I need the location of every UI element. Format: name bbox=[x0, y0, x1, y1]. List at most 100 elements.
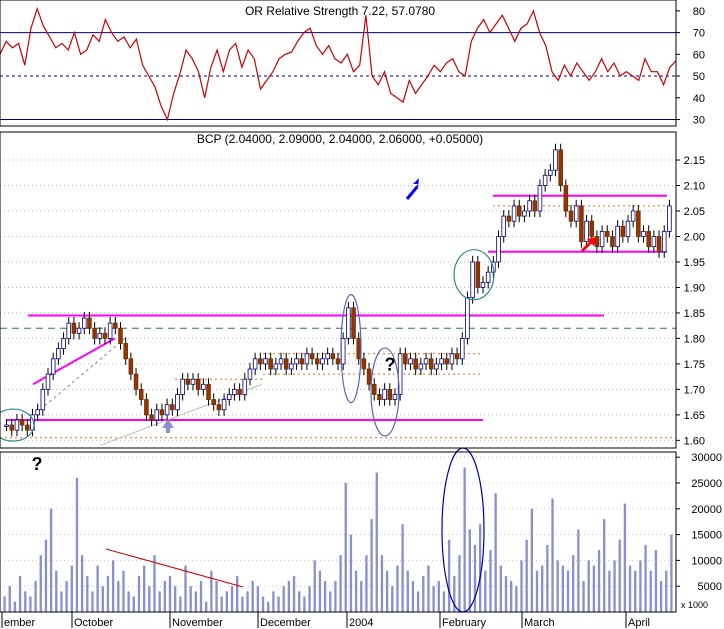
candle-body bbox=[330, 353, 336, 360]
volume-bar bbox=[401, 524, 404, 612]
candle-body bbox=[361, 358, 367, 370]
candle-body bbox=[107, 322, 113, 339]
candle-body bbox=[40, 388, 46, 411]
candle-body bbox=[605, 230, 610, 237]
volume-bar bbox=[411, 581, 415, 612]
month-label: 2004 bbox=[349, 617, 373, 629]
price-tick-label: 2.15 bbox=[684, 155, 705, 167]
volume-bar bbox=[597, 550, 601, 612]
volume-bar bbox=[385, 570, 389, 612]
volume-bar bbox=[447, 539, 451, 612]
volume-bar bbox=[184, 565, 187, 612]
volume-bar bbox=[277, 596, 280, 612]
price-tick-label: 2.10 bbox=[684, 181, 705, 193]
candle-body bbox=[656, 236, 662, 253]
candle-body bbox=[454, 353, 460, 360]
volume-bar bbox=[406, 570, 409, 612]
candle-body bbox=[4, 424, 9, 427]
volume-bar bbox=[132, 596, 135, 612]
volume-bar bbox=[318, 570, 322, 612]
volume-bar bbox=[256, 586, 260, 612]
volume-bar bbox=[535, 570, 539, 612]
candle-body bbox=[206, 383, 211, 400]
candle-body bbox=[175, 394, 180, 411]
volume-bar bbox=[323, 581, 327, 612]
candle-body bbox=[387, 388, 393, 400]
candle-body bbox=[418, 363, 424, 370]
volume-bar bbox=[55, 570, 58, 612]
volume-bar bbox=[339, 555, 342, 612]
candle-body bbox=[87, 317, 92, 329]
volume-bar bbox=[546, 544, 549, 612]
candle-body bbox=[366, 368, 372, 385]
volume-bar bbox=[344, 482, 347, 612]
volume-bar bbox=[34, 581, 37, 612]
candle-body bbox=[190, 378, 196, 385]
candle-body bbox=[537, 185, 543, 212]
question-mark-blue: ? bbox=[385, 354, 396, 374]
month-label: November bbox=[172, 617, 223, 629]
price-tick-label: 1.75 bbox=[684, 359, 705, 371]
candle-body bbox=[563, 185, 569, 212]
candle-body bbox=[149, 414, 154, 421]
volume-bar bbox=[515, 586, 518, 612]
candle-body bbox=[646, 230, 651, 248]
volume-bar bbox=[44, 539, 48, 612]
volume-bar bbox=[148, 586, 151, 612]
volume-bar bbox=[117, 581, 120, 612]
volume-bar bbox=[8, 586, 11, 612]
volume-bar bbox=[122, 570, 125, 612]
candle-body bbox=[460, 338, 465, 360]
candle-body bbox=[661, 230, 667, 253]
volume-bar bbox=[380, 555, 384, 612]
volume-bar bbox=[623, 503, 627, 612]
volume-tick-label: 20000 bbox=[691, 504, 722, 516]
volume-bar bbox=[494, 493, 497, 612]
price-tick-label: 2.05 bbox=[684, 206, 705, 218]
rsi-tick-label: 60 bbox=[693, 49, 705, 61]
candle-body bbox=[599, 230, 605, 248]
candle-body bbox=[81, 317, 87, 329]
candle-body bbox=[475, 261, 481, 288]
candle-body bbox=[516, 205, 522, 217]
volume-bar bbox=[75, 477, 79, 612]
candle-body bbox=[532, 200, 538, 212]
candle-body bbox=[144, 399, 149, 416]
volume-bar bbox=[292, 575, 296, 612]
volume-bar bbox=[49, 508, 53, 612]
candle-body bbox=[201, 383, 206, 390]
volume-bar bbox=[530, 508, 534, 612]
volume-bar bbox=[634, 570, 637, 612]
candle-body bbox=[346, 307, 351, 339]
volume-bar bbox=[111, 560, 115, 612]
candle-body bbox=[35, 409, 40, 416]
volume-bar bbox=[468, 529, 471, 612]
volume-bar bbox=[18, 575, 22, 612]
volume-bar bbox=[39, 555, 42, 612]
volume-bar bbox=[422, 575, 425, 612]
volume-bar bbox=[308, 586, 311, 612]
volume-bar bbox=[189, 586, 192, 612]
candle-body bbox=[283, 358, 289, 370]
volume-bar bbox=[541, 565, 544, 612]
volume-bar bbox=[215, 581, 218, 612]
rsi-tick-label: 80 bbox=[693, 6, 705, 18]
candle-body bbox=[501, 215, 506, 237]
month-label: October bbox=[74, 617, 113, 629]
volume-bar bbox=[225, 591, 229, 612]
candle-body bbox=[66, 322, 71, 339]
volume-bar bbox=[572, 555, 575, 612]
volume-bar bbox=[551, 498, 554, 612]
candle-body bbox=[309, 353, 315, 360]
volume-bar bbox=[556, 560, 559, 612]
volume-bar bbox=[91, 591, 94, 612]
month-label: April bbox=[628, 617, 650, 629]
candle-body bbox=[221, 399, 227, 411]
month-label: ember bbox=[4, 617, 36, 629]
volume-tick-label: 10000 bbox=[691, 555, 722, 567]
volume-bar bbox=[659, 581, 663, 612]
candle-body bbox=[480, 281, 486, 288]
month-label: December bbox=[260, 617, 311, 629]
volume-bar bbox=[220, 596, 223, 612]
volume-bar bbox=[13, 601, 17, 612]
